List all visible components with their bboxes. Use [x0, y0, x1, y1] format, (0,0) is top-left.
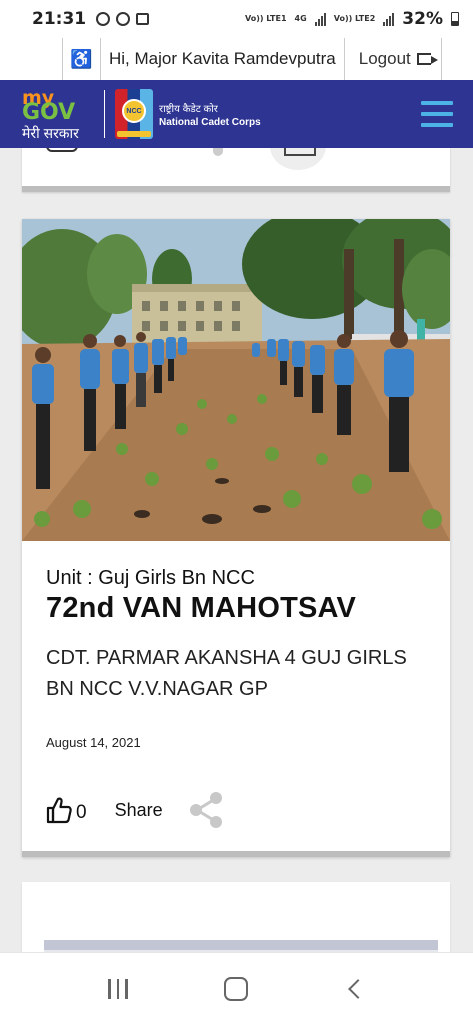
signal-icon: [314, 12, 326, 26]
whatsapp-icon: [96, 12, 111, 26]
battery-icon: [451, 12, 459, 26]
post-title[interactable]: 72nd VAN MAHOTSAV: [46, 592, 436, 625]
notification-icon: [116, 12, 131, 26]
header-divider: [104, 90, 105, 138]
signal-icon-2: [383, 12, 395, 26]
site-header: my GOV मेरी सरकार NCC राष्ट्रीय कैडेट को…: [0, 80, 473, 148]
mygov-logo-gov: GOV: [22, 99, 76, 125]
post-photo[interactable]: [22, 219, 450, 541]
post-card: Unit : Guj Girls Bn NCC 72nd VAN MAHOTSA…: [22, 219, 450, 857]
share-icon[interactable]: [187, 791, 225, 829]
mygov-logo[interactable]: my GOV मेरी सरकार: [22, 88, 92, 141]
ncc-logo-text: राष्ट्रीय कैडेट कोर National Cadet Corps: [159, 101, 261, 128]
share-icon[interactable]: [213, 148, 223, 156]
network-type: 4G: [294, 14, 307, 23]
recent-apps-icon[interactable]: [108, 978, 128, 999]
status-time: 21:31: [32, 9, 87, 29]
user-greeting: Hi, Major Kavita Ramdevputra: [100, 38, 344, 80]
ncc-emblem-icon: NCC: [115, 89, 153, 139]
home-icon[interactable]: [224, 976, 249, 1001]
print-icon[interactable]: [270, 148, 326, 170]
next-post-card: [22, 882, 450, 962]
like-count: 0: [76, 802, 87, 823]
status-bar: 21:31 Vo)) LTE1 4G Vo)) LTE2 32%: [0, 0, 473, 38]
back-icon[interactable]: [347, 978, 368, 999]
accessibility-icon[interactable]: ♿: [62, 38, 100, 80]
post-date: August 14, 2021: [46, 735, 141, 750]
share-button[interactable]: Share: [115, 800, 163, 821]
sim1-indicator: Vo)) LTE1: [244, 14, 287, 23]
user-bar: ♿ Hi, Major Kavita Ramdevputra Logout: [0, 38, 473, 80]
menu-icon[interactable]: [421, 101, 453, 127]
battery-percent: 32%: [402, 9, 443, 29]
ncc-badge: NCC: [122, 99, 146, 123]
post-unit: Unit : Guj Girls Bn NCC: [46, 567, 255, 589]
mygov-tagline: मेरी सरकार: [22, 124, 79, 141]
post-body: Unit : Guj Girls Bn NCC 72nd VAN MAHOTSA…: [46, 567, 436, 750]
notification-icons: [96, 12, 150, 26]
post-actions: 0 Share: [46, 791, 225, 829]
system-nav-bar: [0, 952, 473, 1024]
logout-button[interactable]: Logout: [343, 38, 442, 80]
ncc-hindi-name: राष्ट्रीय कैडेट कोर: [159, 103, 218, 115]
logout-label: Logout: [358, 49, 411, 68]
post-description: CDT. PARMAR AKANSHA 4 GUJ GIRLS BN NCC V…: [46, 647, 407, 700]
like-icon[interactable]: [46, 148, 78, 152]
cast-icon: [136, 13, 150, 25]
ncc-english-name: National Cadet Corps: [159, 116, 261, 128]
like-icon[interactable]: [46, 796, 72, 824]
logout-icon: [416, 53, 438, 65]
previous-post-card: [22, 148, 450, 192]
sim2-indicator: Vo)) LTE2: [333, 14, 376, 23]
